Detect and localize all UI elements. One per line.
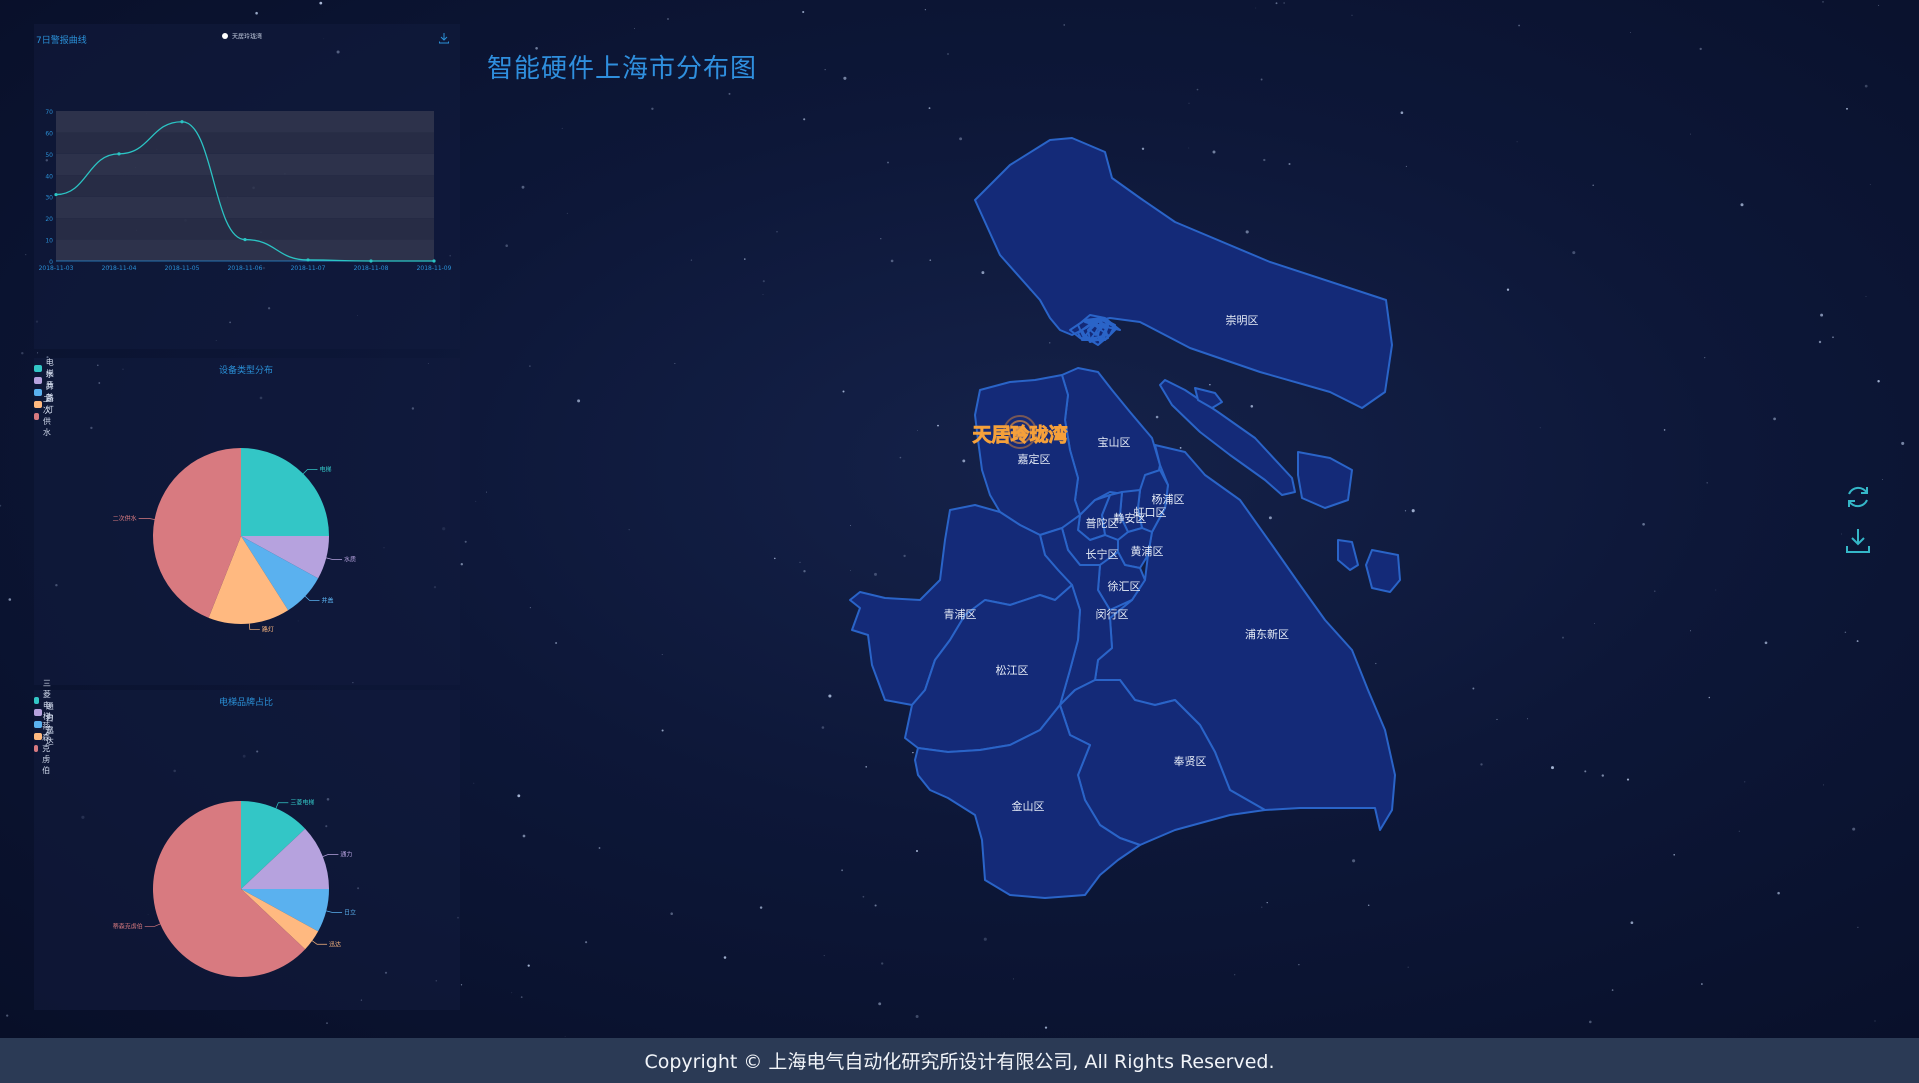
footer: Copyright © 上海电气自动化研究所设计有限公司, All Rights… — [0, 1038, 1919, 1083]
copyright-text: Copyright © 上海电气自动化研究所设计有限公司, All Rights… — [644, 1051, 1275, 1073]
district-label: 崇明区 — [1226, 314, 1259, 327]
island-b[interactable] — [1337, 539, 1359, 571]
district-label: 青浦区 — [944, 608, 977, 621]
island-a[interactable] — [1297, 451, 1353, 509]
island-c[interactable] — [1365, 549, 1401, 593]
district-label: 闵行区 — [1096, 607, 1129, 621]
district-label: 浦东新区 — [1245, 627, 1289, 641]
download-icon[interactable] — [1843, 526, 1873, 556]
district-label: 静安区 — [1114, 511, 1147, 525]
district-label: 松江区 — [996, 663, 1029, 677]
marker-label: 天居玲珑湾 — [972, 423, 1067, 446]
district-label: 金山区 — [1012, 799, 1045, 813]
district-label: 嘉定区 — [1018, 452, 1051, 466]
district-label: 徐汇区 — [1108, 579, 1141, 593]
shanghai-map[interactable]: 天居玲珑湾 崇明区宝山区嘉定区杨浦区虹口区普陀区静安区长宁区 黄浦区徐汇区闵行区青… — [0, 0, 1919, 1038]
district-chongming[interactable] — [974, 137, 1393, 409]
district-label: 长宁区 — [1086, 547, 1119, 561]
refresh-icon[interactable] — [1843, 482, 1873, 512]
district-label: 杨浦区 — [1152, 492, 1185, 506]
district-label: 黄浦区 — [1131, 544, 1164, 558]
district-label: 宝山区 — [1098, 435, 1131, 449]
district-label: 奉贤区 — [1174, 754, 1207, 768]
